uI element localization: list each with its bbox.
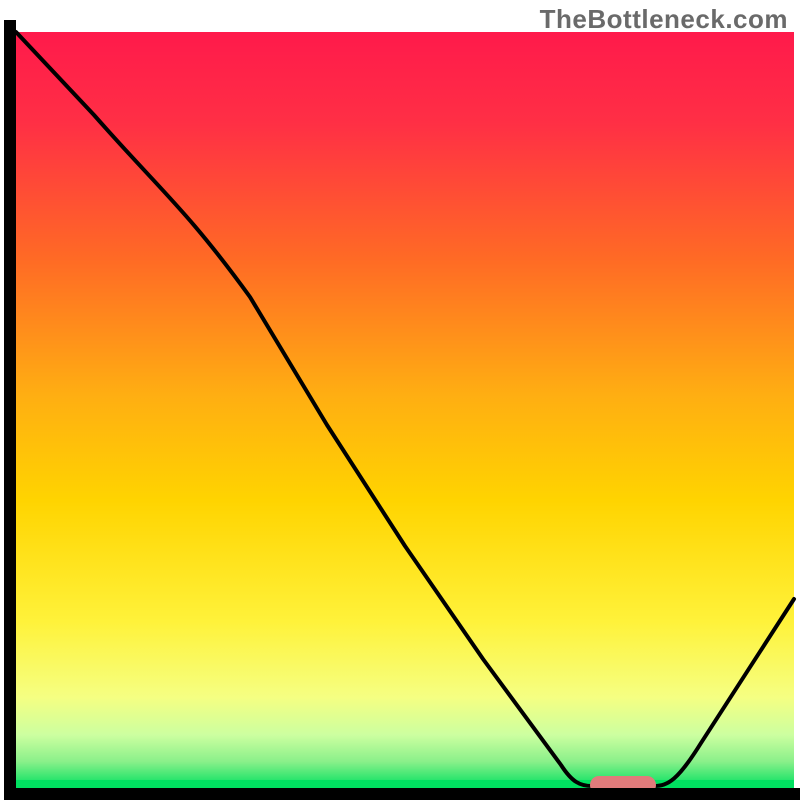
chart-svg (0, 0, 800, 800)
watermark-text: TheBottleneck.com (540, 4, 788, 35)
green-baseline-strip (16, 780, 794, 788)
chart-container: TheBottleneck.com (0, 0, 800, 800)
gradient-background (16, 32, 794, 788)
plot-area (10, 26, 800, 794)
